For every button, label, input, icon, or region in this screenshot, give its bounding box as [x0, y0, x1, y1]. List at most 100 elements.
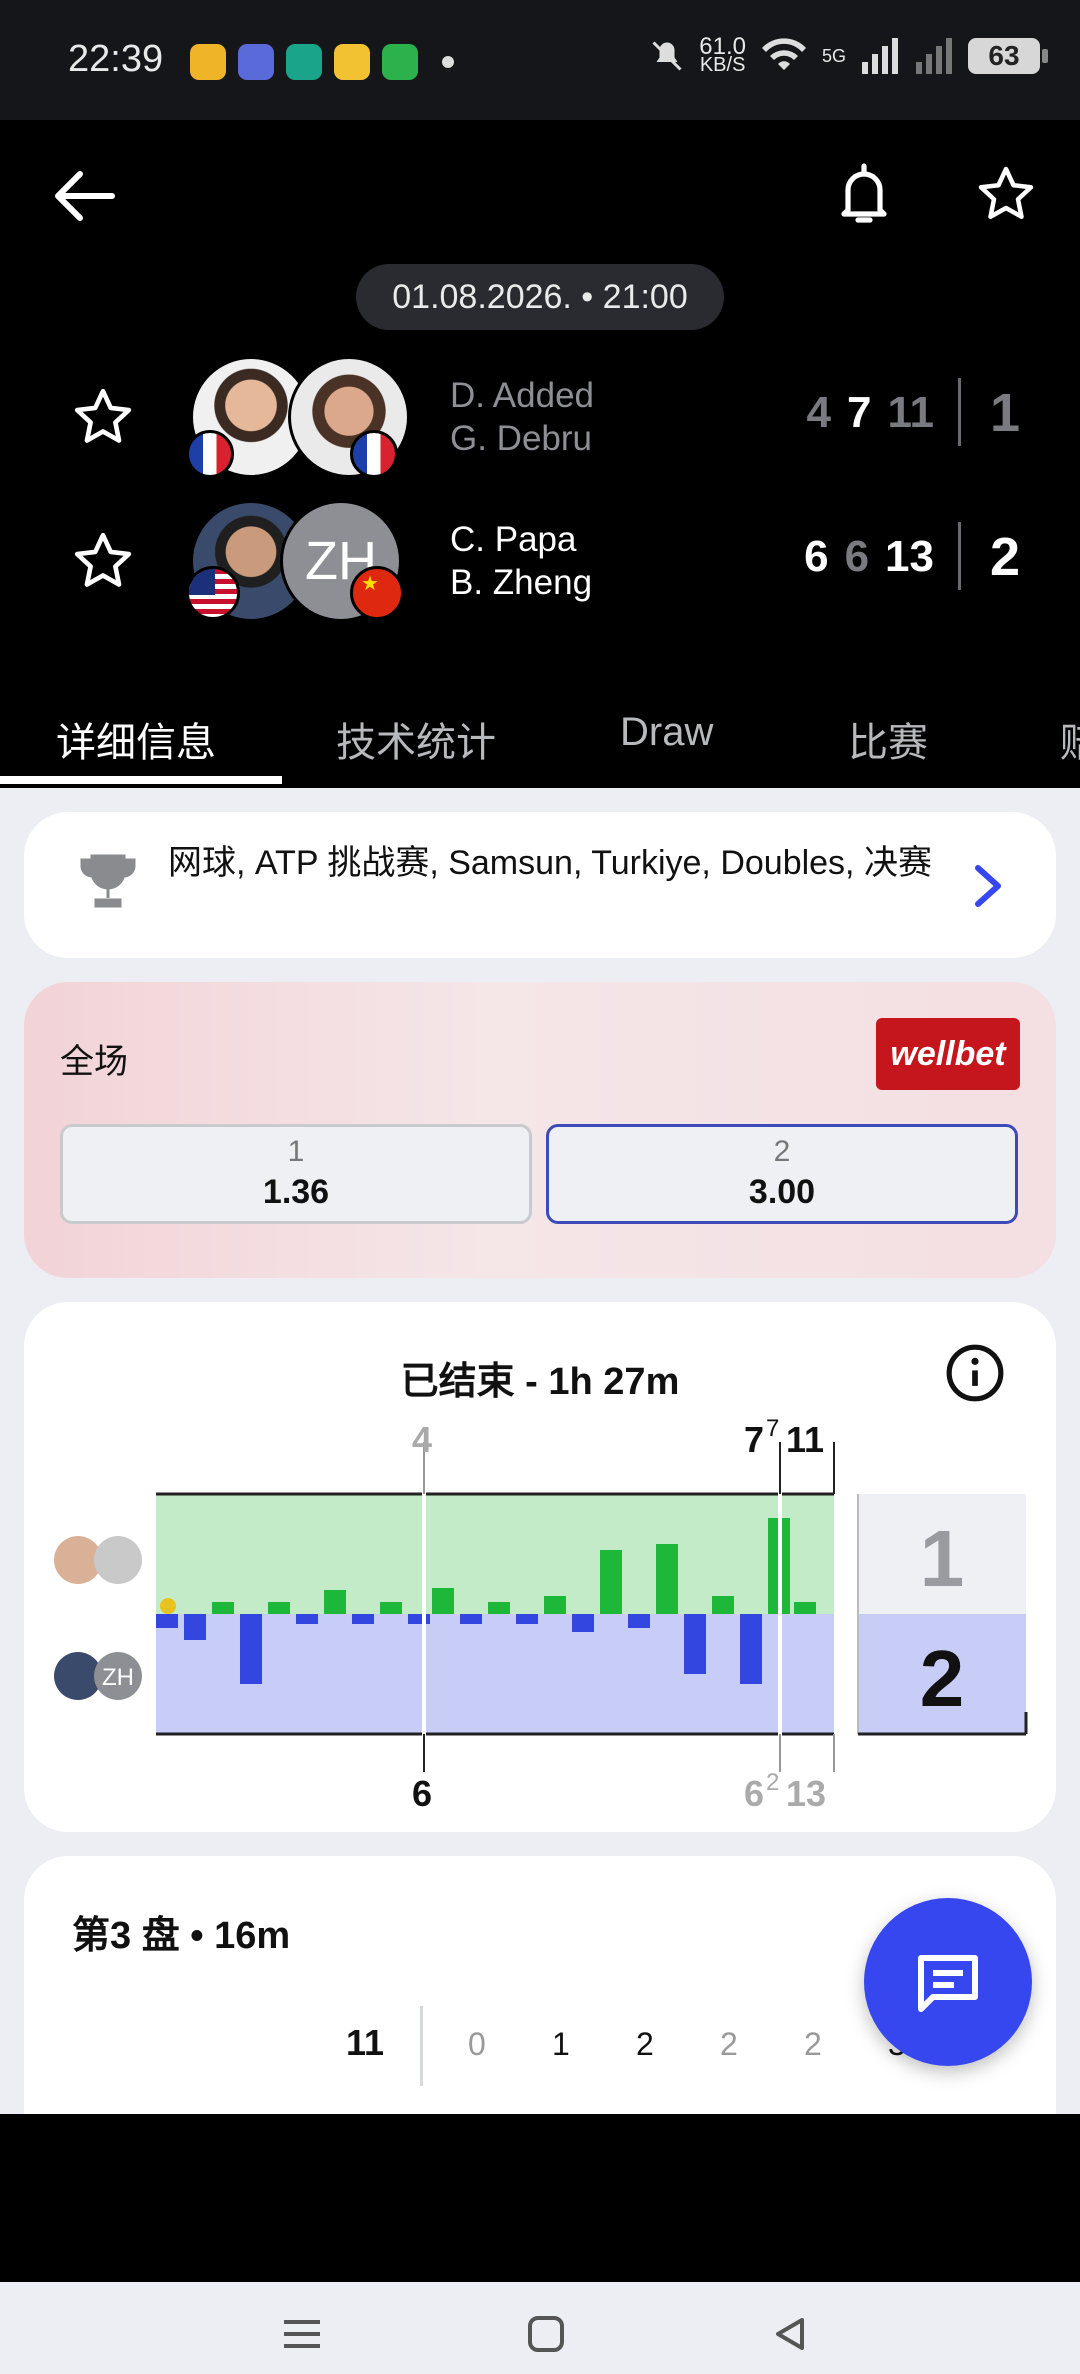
team2-avatars: ZH ★	[186, 500, 410, 624]
net-speed-unit: KB/S	[699, 54, 746, 76]
set-score: 13	[885, 532, 934, 581]
star-outline-icon	[74, 532, 132, 587]
home-icon[interactable]	[526, 2314, 566, 2354]
tab-draw[interactable]: Draw	[620, 710, 713, 755]
set2-bottom-label: 6	[744, 1773, 764, 1814]
tournament-breadcrumb[interactable]: 网球, ATP 挑战赛, Samsun, Turkiye, Doubles, 决…	[24, 812, 1056, 958]
status-bar: 22:39 61.0 KB/S 5G 63	[0, 0, 1080, 120]
team1-momentum-bar	[212, 1602, 234, 1614]
trophy-icon	[76, 850, 140, 919]
set3-team1-total: 11	[346, 2022, 385, 2063]
team2-set-scores: 6 6 13	[804, 532, 934, 582]
tab-statistics[interactable]: 技术统计	[336, 710, 496, 768]
odds-card: 全场 wellbet 1 1.36 2 3.00	[24, 982, 1056, 1278]
weibo-icon	[190, 44, 226, 80]
video-icon	[334, 44, 370, 80]
team1-momentum-bar	[324, 1590, 346, 1614]
back-button[interactable]	[48, 160, 120, 232]
team2-momentum-bar	[628, 1614, 650, 1628]
tab-odds[interactable]: 赔	[1060, 710, 1080, 768]
team2-sets-won-box: 2	[920, 1634, 965, 1723]
status-time: 22:39	[68, 38, 164, 80]
star-outline-icon	[978, 166, 1034, 219]
team2-momentum-bar	[156, 1614, 178, 1628]
avatar	[94, 1536, 142, 1584]
team2-momentum-bar	[240, 1614, 262, 1684]
set1-top-label: 4	[412, 1419, 432, 1460]
team1-player1-name: D. Added	[450, 376, 594, 415]
set3-bottom-label: 13	[786, 1773, 826, 1814]
set-score: 6	[804, 532, 829, 581]
odds-option-1[interactable]: 1 1.36	[60, 1124, 532, 1224]
odds-market-title: 全场	[60, 1043, 128, 1081]
team2-favorite-button[interactable]	[72, 530, 134, 597]
set3-divider	[420, 2006, 423, 2086]
team2-momentum-bar	[408, 1614, 430, 1624]
score-divider	[958, 522, 961, 590]
team1-set-scores: 4 7 11	[807, 388, 934, 438]
set1-bottom-label: 6	[412, 1773, 432, 1814]
team1-momentum-bar	[380, 1602, 402, 1614]
chat-icon	[918, 1955, 978, 2012]
team1-momentum-bar	[544, 1596, 566, 1614]
set2-top-label: 7	[744, 1419, 764, 1460]
bell-icon	[841, 163, 887, 223]
set2-tiebreak-bottom-label: 2	[766, 1769, 779, 1796]
momentum-card: 已结束 - 1h 27m ZH 4 7 7 11 6 6 2 13 1 2	[24, 1302, 1056, 1832]
tab-matches[interactable]: 比赛	[848, 710, 928, 768]
avatar-initials-text: ZH	[102, 1664, 134, 1691]
team2-momentum-bar	[296, 1614, 318, 1624]
team1-sets-won-box: 1	[920, 1514, 965, 1603]
active-tab-indicator	[0, 776, 282, 784]
wellbet-logo[interactable]: wellbet	[876, 1018, 1020, 1090]
set-score: 7	[847, 388, 872, 437]
odds-option-2[interactable]: 2 3.00	[546, 1124, 1018, 1224]
system-nav-bar	[0, 2282, 1080, 2374]
team2-player2-name: B. Zheng	[450, 563, 593, 602]
score-divider	[958, 378, 961, 446]
breadcrumb-text: 网球, ATP 挑战赛, Samsun, Turkiye, Doubles, 决…	[168, 844, 932, 882]
favorite-match-button[interactable]	[968, 156, 1044, 232]
team2-momentum-bar	[740, 1614, 762, 1684]
game-score: 2	[720, 2026, 738, 2062]
tennis-ball-icon	[160, 1598, 176, 1614]
team1-momentum-bar	[712, 1596, 734, 1614]
team2-momentum-bar	[684, 1614, 706, 1674]
set-score: 11	[887, 388, 934, 437]
shield-icon	[382, 44, 418, 80]
team2-momentum-bar	[460, 1614, 482, 1624]
notifications-button[interactable]	[826, 156, 902, 232]
team2-momentum-bar	[184, 1614, 206, 1640]
team1-favorite-button[interactable]	[72, 386, 134, 453]
team1-row: D. Added G. Debru 4 7 11 1	[0, 356, 1080, 484]
chevron-right-icon	[970, 862, 1006, 915]
set-score: 6	[844, 532, 870, 581]
game-score: 0	[468, 2026, 486, 2062]
tab-details[interactable]: 详细信息	[56, 710, 216, 768]
team1-avatars	[186, 356, 410, 480]
tieba-icon	[238, 44, 274, 80]
game-score: 1	[552, 2026, 570, 2062]
battery-indicator: 63	[968, 38, 1048, 74]
back-icon[interactable]	[770, 2314, 810, 2354]
odds-option-value: 1.36	[262, 1173, 330, 1211]
chat-button[interactable]	[864, 1898, 1032, 2066]
set-score: 4	[806, 388, 831, 437]
arrow-left-icon	[55, 171, 115, 221]
match-header: 01.08.2026. • 21:00 D. Added G. Debru 4 …	[0, 120, 1080, 788]
team1-momentum-bar	[794, 1602, 816, 1614]
odds-option-label: 2	[773, 1135, 791, 1168]
game-score: 2	[636, 2026, 654, 2062]
network-label: 5G	[821, 45, 846, 66]
link-icon	[286, 44, 322, 80]
france-flag-icon	[350, 430, 398, 478]
mute-icon	[652, 41, 682, 71]
team1-player2-name: G. Debru	[450, 419, 592, 458]
signal-icon	[862, 38, 898, 74]
team2-row: ZH ★ C. Papa B. Zheng 6 6 13 2	[0, 500, 1080, 628]
menu-icon[interactable]	[280, 2314, 324, 2354]
team2-sets-won: 2	[990, 527, 1021, 587]
notification-dot-icon	[442, 56, 454, 68]
team2-names: C. Papa B. Zheng	[450, 518, 592, 604]
team2-momentum-bar	[352, 1614, 374, 1624]
